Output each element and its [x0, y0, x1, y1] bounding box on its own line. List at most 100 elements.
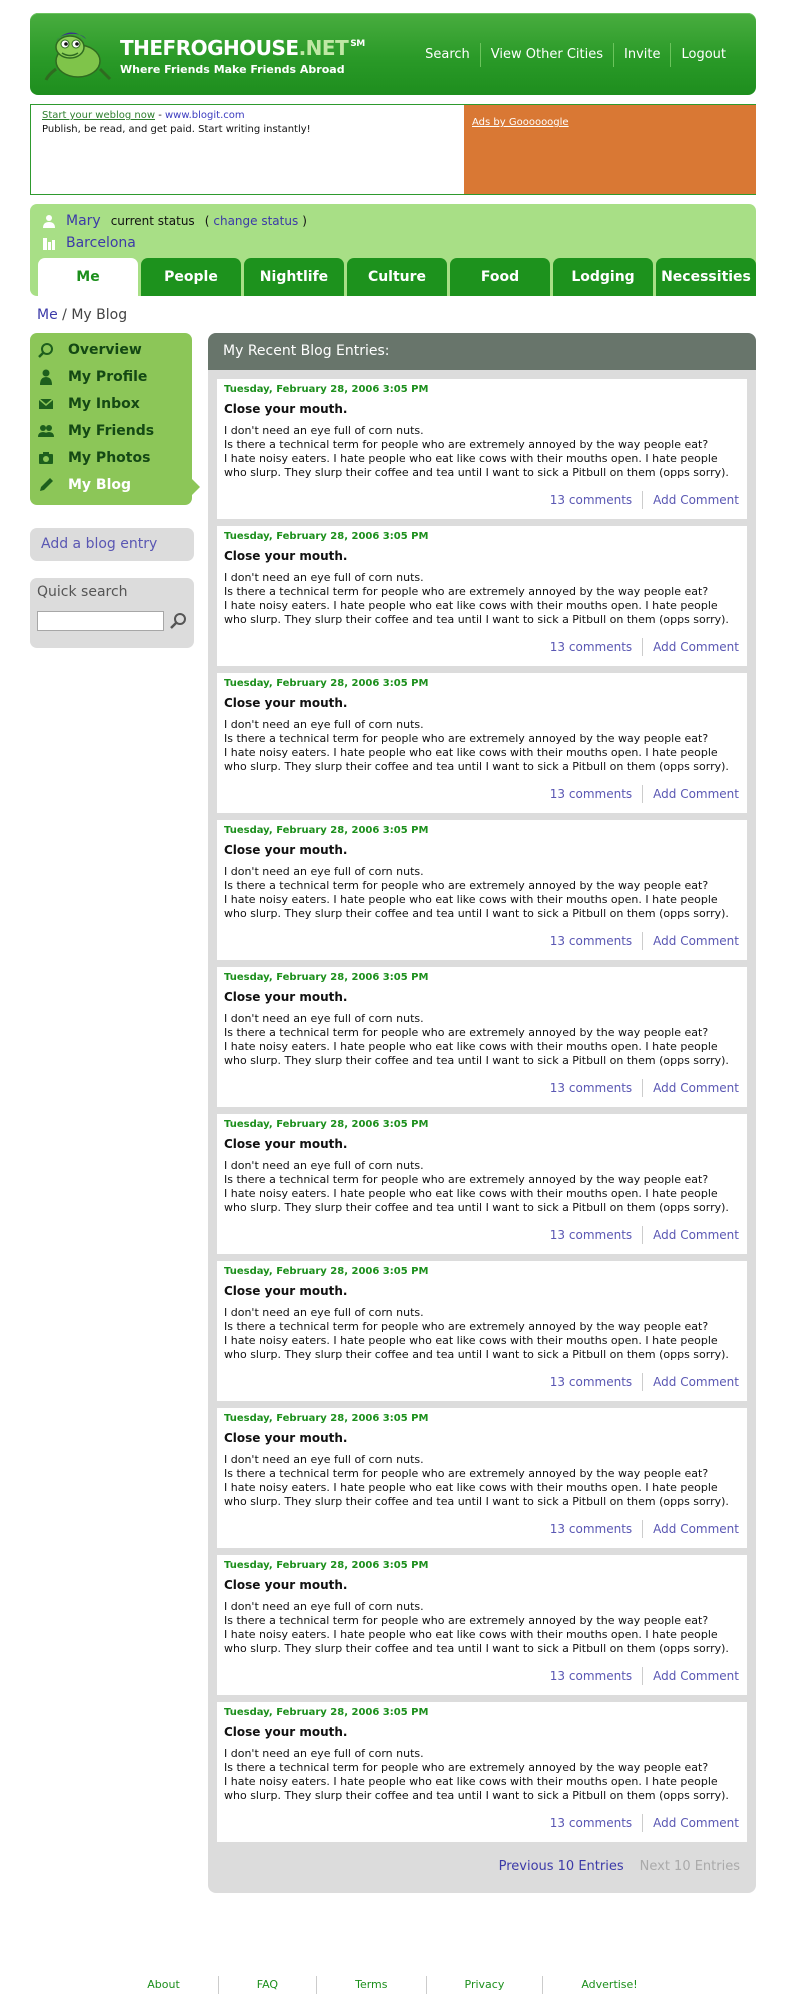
comments-count-link[interactable]: 13 comments	[550, 1081, 632, 1095]
profile-bar: Mary current status ( change status ) Ba…	[30, 204, 756, 296]
city-name[interactable]: Barcelona	[66, 235, 136, 251]
footer-about-link[interactable]: About	[109, 1976, 218, 1994]
change-status-link[interactable]: change status	[213, 214, 298, 228]
sidebar-item-my-blog[interactable]: My Blog	[38, 474, 131, 496]
entry-body-line: Is there a technical term for people who…	[224, 438, 709, 451]
tab-lodging[interactable]: Lodging	[553, 258, 653, 296]
comments-count-link[interactable]: 13 comments	[550, 493, 632, 507]
entry-title[interactable]: Close your mouth.	[224, 990, 347, 1004]
entry-body-line: I hate noisy eaters. I hate people who e…	[224, 1775, 718, 1788]
entry-body-line: who slurp. They slurp their coffee and t…	[224, 1054, 729, 1067]
status-line: Mary current status ( change status )	[42, 211, 307, 231]
entry-title[interactable]: Close your mouth.	[224, 1284, 347, 1298]
ad-url-link[interactable]: www.blogit.com	[165, 110, 245, 121]
blog-entry: Tuesday, February 28, 2006 3:05 PM Close …	[217, 379, 747, 519]
add-comment-link[interactable]: Add Comment	[653, 1669, 739, 1683]
tab-necessities[interactable]: Necessities	[656, 258, 756, 296]
add-comment-link[interactable]: Add Comment	[653, 787, 739, 801]
sidebar-item-my-friends[interactable]: My Friends	[38, 420, 154, 442]
entry-date: Tuesday, February 28, 2006 3:05 PM	[224, 1707, 429, 1718]
search-icon[interactable]	[169, 612, 187, 630]
comments-count-link[interactable]: 13 comments	[550, 640, 632, 654]
comments-count-link[interactable]: 13 comments	[550, 1669, 632, 1683]
add-comment-link[interactable]: Add Comment	[653, 1375, 739, 1389]
entry-body-line: who slurp. They slurp their coffee and t…	[224, 466, 729, 479]
entry-body-line: who slurp. They slurp their coffee and t…	[224, 1201, 729, 1214]
add-comment-link[interactable]: Add Comment	[653, 1816, 739, 1830]
add-comment-link[interactable]: Add Comment	[653, 1522, 739, 1536]
entry-body-line: who slurp. They slurp their coffee and t…	[224, 1642, 729, 1655]
group-icon	[38, 425, 54, 437]
site-name[interactable]: THEFROGHOUSE.NET SM	[120, 35, 365, 61]
entry-body-line: Is there a technical term for people who…	[224, 732, 709, 745]
footer-advertise-link[interactable]: Advertise!	[542, 1976, 675, 1994]
comments-count-link[interactable]: 13 comments	[550, 1522, 632, 1536]
breadcrumb-current: My Blog	[71, 307, 128, 323]
nav-search-link[interactable]: Search	[415, 43, 480, 67]
sidebar-item-overview[interactable]: Overview	[38, 339, 142, 361]
blog-entry: Tuesday, February 28, 2006 3:05 PM Close …	[217, 1702, 747, 1842]
entry-body: I don't need an eye full of corn nuts. Is…	[224, 718, 744, 774]
entry-body: I don't need an eye full of corn nuts. Is…	[224, 1159, 744, 1215]
entry-title[interactable]: Close your mouth.	[224, 1725, 347, 1739]
add-comment-link[interactable]: Add Comment	[653, 640, 739, 654]
entry-title[interactable]: Close your mouth.	[224, 402, 347, 416]
ad-headline-link[interactable]: Start your weblog now	[42, 110, 155, 121]
previous-entries-link[interactable]: Previous 10 Entries	[499, 1859, 624, 1874]
tab-culture[interactable]: Culture	[347, 258, 447, 296]
camera-icon	[39, 452, 53, 464]
entry-actions: 13 comments Add Comment	[550, 491, 739, 509]
add-comment-link[interactable]: Add Comment	[653, 1081, 739, 1095]
tab-food[interactable]: Food	[450, 258, 550, 296]
sidebar-item-my-photos[interactable]: My Photos	[38, 447, 150, 469]
footer-privacy-link[interactable]: Privacy	[425, 1976, 543, 1994]
tab-people[interactable]: People	[141, 258, 241, 296]
tab-nightlife[interactable]: Nightlife	[244, 258, 344, 296]
entry-title[interactable]: Close your mouth.	[224, 1578, 347, 1592]
nav-view-other-cities-link[interactable]: View Other Cities	[479, 43, 613, 67]
comments-count-link[interactable]: 13 comments	[550, 934, 632, 948]
action-divider	[642, 1520, 644, 1538]
comments-count-link[interactable]: 13 comments	[550, 1228, 632, 1242]
comments-count-link[interactable]: 13 comments	[550, 1816, 632, 1830]
user-name[interactable]: Mary	[66, 213, 101, 229]
entry-title[interactable]: Close your mouth.	[224, 1137, 347, 1151]
quick-search-input[interactable]	[37, 611, 164, 631]
comments-count-link[interactable]: 13 comments	[550, 1375, 632, 1389]
sidebar-item-my-profile[interactable]: My Profile	[38, 366, 147, 388]
entry-title[interactable]: Close your mouth.	[224, 696, 347, 710]
entry-body-line: I hate noisy eaters. I hate people who e…	[224, 1334, 718, 1347]
entry-date: Tuesday, February 28, 2006 3:05 PM	[224, 678, 429, 689]
tab-me[interactable]: Me	[38, 258, 138, 296]
entry-date: Tuesday, February 28, 2006 3:05 PM	[224, 825, 429, 836]
entry-date: Tuesday, February 28, 2006 3:05 PM	[224, 1413, 429, 1424]
ad-banner: Start your weblog now - www.blogit.com P…	[30, 104, 756, 195]
add-comment-link[interactable]: Add Comment	[653, 493, 739, 507]
person-icon	[40, 369, 52, 385]
sidebar-item-my-inbox[interactable]: My Inbox	[38, 393, 140, 415]
site-tagline: Where Friends Make Friends Abroad	[120, 63, 345, 76]
blog-entry: Tuesday, February 28, 2006 3:05 PM Close …	[217, 1555, 747, 1695]
ads-by-google-link[interactable]: Ads by Goooooogle	[472, 117, 569, 128]
sidebar-item-label: My Friends	[68, 423, 155, 439]
nav-invite-link[interactable]: Invite	[613, 43, 670, 67]
entry-body-line: I hate noisy eaters. I hate people who e…	[224, 1481, 718, 1494]
footer-faq-link[interactable]: FAQ	[217, 1976, 316, 1994]
add-comment-link[interactable]: Add Comment	[653, 1228, 739, 1242]
comments-count-link[interactable]: 13 comments	[550, 787, 632, 801]
entry-date: Tuesday, February 28, 2006 3:05 PM	[224, 1119, 429, 1130]
breadcrumb: Me / My Blog	[37, 306, 127, 324]
nav-logout-link[interactable]: Logout	[670, 43, 736, 67]
add-blog-entry-button[interactable]: Add a blog entry	[30, 528, 194, 561]
entry-title[interactable]: Close your mouth.	[224, 549, 347, 563]
entry-date: Tuesday, February 28, 2006 3:05 PM	[224, 972, 429, 983]
quick-search-box: Quick search	[30, 578, 194, 648]
frog-logo-icon[interactable]	[42, 25, 112, 83]
footer-terms-link[interactable]: Terms	[316, 1976, 425, 1994]
entry-title[interactable]: Close your mouth.	[224, 1431, 347, 1445]
add-comment-link[interactable]: Add Comment	[653, 934, 739, 948]
action-divider	[642, 785, 644, 803]
entry-title[interactable]: Close your mouth.	[224, 843, 347, 857]
breadcrumb-me-link[interactable]: Me	[37, 307, 58, 323]
entry-body: I don't need an eye full of corn nuts. Is…	[224, 571, 744, 627]
